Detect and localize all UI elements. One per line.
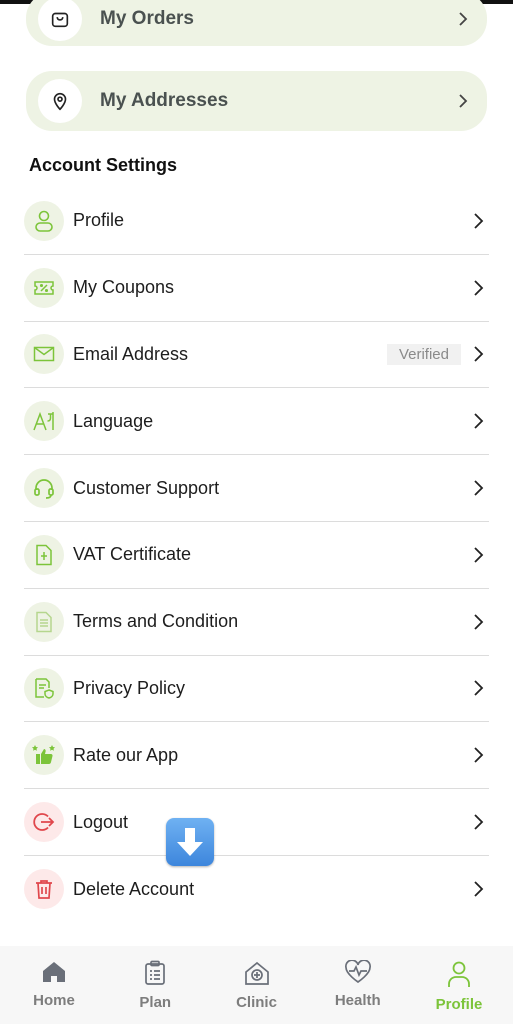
trash-icon: [24, 869, 64, 910]
settings-item-logout[interactable]: Logout: [24, 789, 489, 856]
my-addresses-label: My Addresses: [100, 90, 229, 111]
chevron-right-icon: [465, 613, 485, 631]
settings-item-label: Language: [73, 410, 154, 431]
settings-item-language[interactable]: Language: [24, 388, 489, 456]
chevron-right-icon: [465, 679, 485, 697]
tab-label: Profile: [435, 996, 483, 1013]
chevron-right-icon: [465, 212, 485, 230]
settings-item-vat-certificate[interactable]: VAT Certificate: [24, 522, 489, 589]
settings-item-email-address[interactable]: Email Address Verified: [24, 322, 489, 389]
mail-icon: [24, 334, 64, 375]
verified-badge: Verified: [386, 343, 461, 365]
shopping-bag-icon: [38, 0, 82, 41]
chevron-right-icon: [465, 479, 485, 497]
tab-label: Health: [334, 992, 381, 1009]
tab-clinic[interactable]: Clinic: [207, 946, 307, 1024]
settings-item-delete-account[interactable]: Delete Account: [24, 856, 489, 923]
language-icon: [24, 401, 64, 442]
arrow-down-icon: [177, 828, 203, 856]
tab-label: Plan: [139, 994, 172, 1011]
account-settings-list: Profile My Coupons Email Address Verifie…: [24, 188, 489, 923]
profile-icon: [448, 961, 470, 987]
settings-item-label: Logout: [73, 811, 129, 832]
tab-home[interactable]: Home: [4, 946, 104, 1024]
home-icon: [43, 962, 65, 982]
settings-item-label: Profile: [73, 210, 125, 231]
chevron-right-icon: [465, 813, 485, 831]
scroll-down-arrow-button[interactable]: [166, 818, 214, 866]
chevron-right-icon: [465, 345, 485, 363]
coupon-icon: [24, 267, 64, 308]
tab-health[interactable]: Health: [308, 946, 408, 1024]
settings-item-label: Rate our App: [73, 744, 179, 765]
settings-item-my-coupons[interactable]: My Coupons: [24, 255, 489, 322]
tab-label: Clinic: [236, 994, 277, 1011]
chevron-right-icon: [457, 11, 469, 27]
chevron-right-icon: [465, 880, 485, 898]
settings-item-customer-support[interactable]: Customer Support: [24, 455, 489, 522]
settings-item-label: Terms and Condition: [73, 611, 239, 632]
bottom-tab-bar: Home Plan Clinic Health Profile: [0, 946, 513, 1024]
heart-pulse-icon: [344, 960, 371, 984]
chevron-right-icon: [465, 412, 485, 430]
chevron-right-icon: [457, 93, 469, 109]
settings-item-label: Email Address: [73, 343, 189, 364]
settings-item-label: Customer Support: [73, 477, 220, 498]
my-orders-button[interactable]: My Orders: [26, 0, 487, 46]
user-icon: [24, 200, 64, 241]
settings-item-label: Privacy Policy: [73, 677, 186, 698]
account-settings-title: Account Settings: [29, 155, 178, 175]
headset-icon: [24, 468, 64, 509]
chevron-right-icon: [465, 746, 485, 764]
clinic-icon: [244, 961, 269, 985]
settings-item-label: Delete Account: [73, 878, 195, 899]
certificate-icon: [24, 534, 64, 575]
settings-item-label: My Coupons: [73, 277, 175, 298]
chevron-right-icon: [465, 279, 485, 297]
logout-icon: [24, 802, 64, 843]
settings-item-rate-our-app[interactable]: Rate our App: [24, 722, 489, 790]
settings-item-profile[interactable]: Profile: [24, 188, 489, 255]
settings-item-privacy-policy[interactable]: Privacy Policy: [24, 656, 489, 723]
tab-plan[interactable]: Plan: [105, 946, 205, 1024]
privacy-icon: [24, 668, 64, 709]
document-icon: [24, 601, 64, 642]
settings-item-label: VAT Certificate: [73, 544, 192, 565]
my-orders-label: My Orders: [100, 8, 194, 29]
thumbs-up-icon: [24, 735, 64, 776]
my-addresses-button[interactable]: My Addresses: [26, 71, 487, 131]
settings-item-terms-and-condition[interactable]: Terms and Condition: [24, 589, 489, 656]
chevron-right-icon: [465, 546, 485, 564]
clipboard-icon: [145, 960, 166, 985]
tab-label: Home: [33, 992, 75, 1009]
tab-profile[interactable]: Profile: [409, 946, 509, 1024]
location-pin-icon: [38, 79, 82, 123]
